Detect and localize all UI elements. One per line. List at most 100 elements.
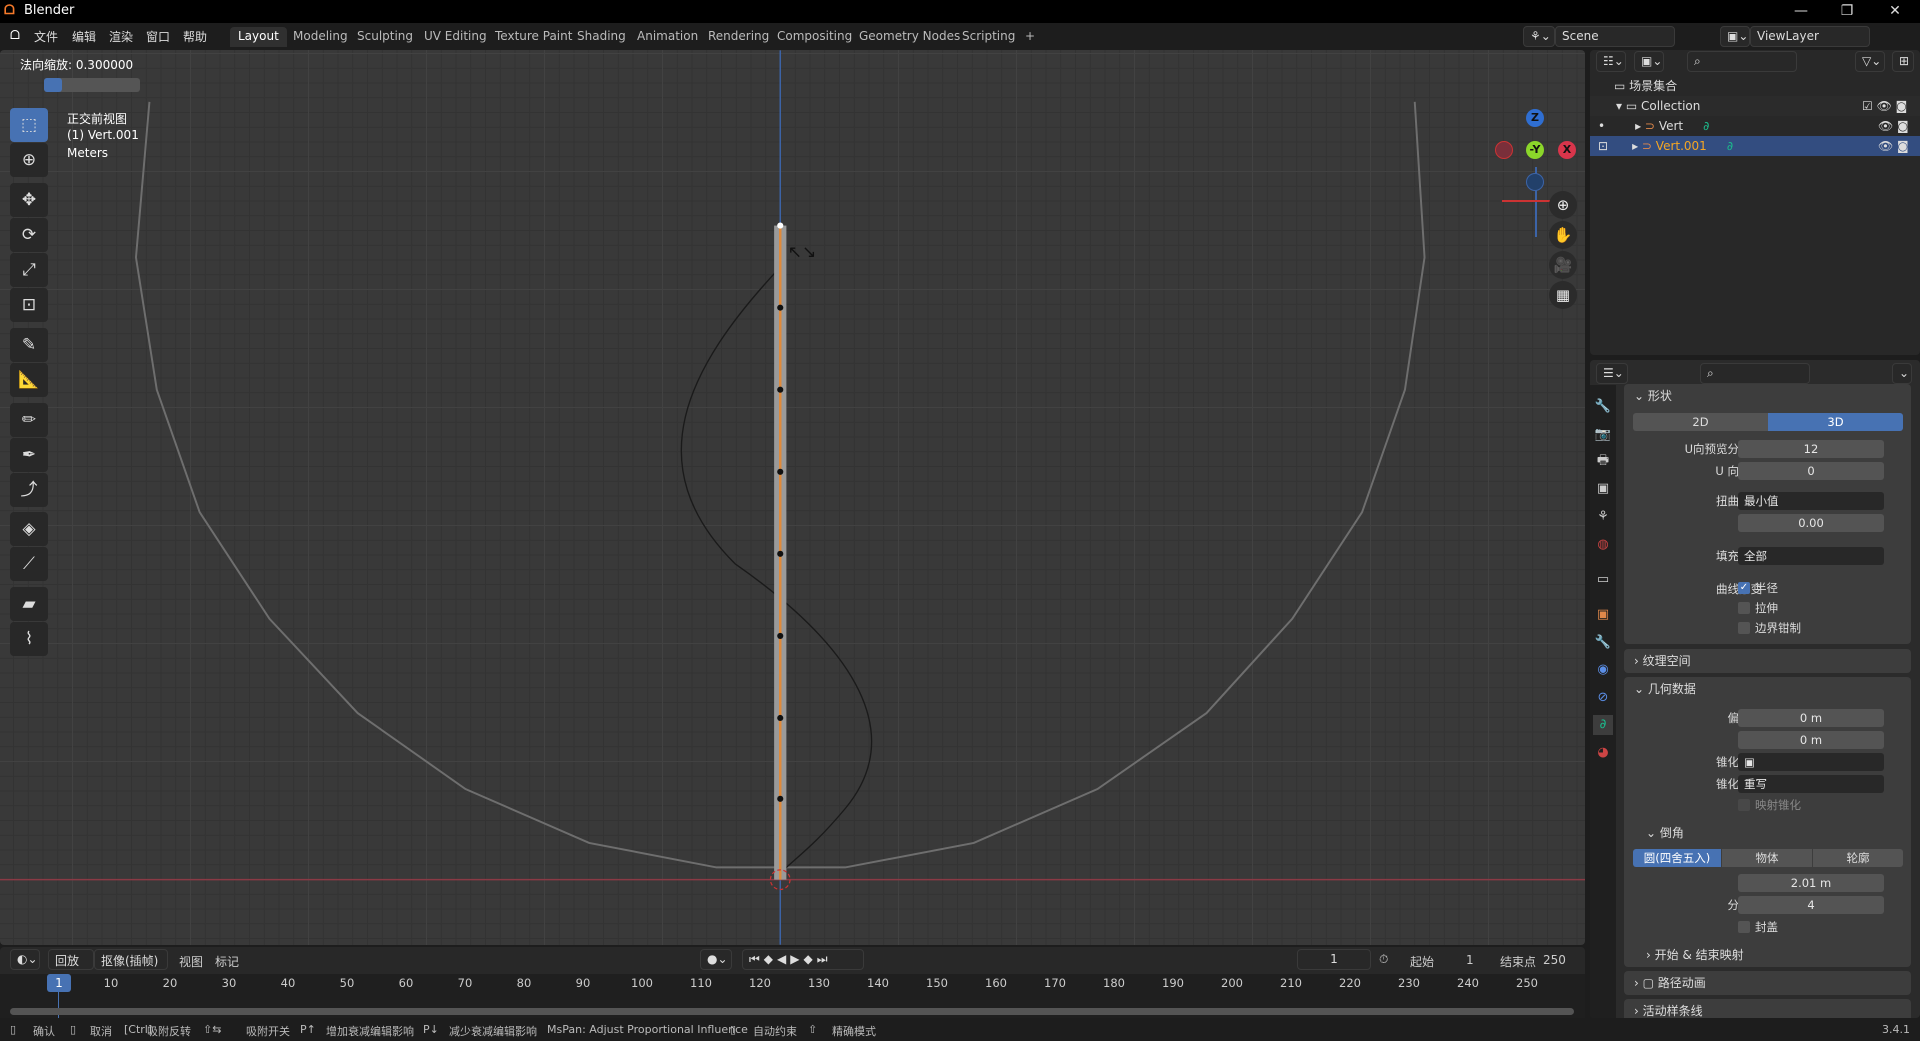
gizmo-neg-z-axis[interactable] — [1526, 173, 1544, 191]
stretch-checkbox[interactable] — [1738, 602, 1750, 614]
radius-tool[interactable]: ◈ — [10, 512, 48, 546]
u-preview-field[interactable]: 12 — [1738, 440, 1884, 458]
playback-controls[interactable]: ⏮◆◀▶◆⏭ — [742, 949, 864, 970]
tilt-tool[interactable]: ⟋ — [10, 547, 48, 581]
blender-menu-icon[interactable]: ᗝ — [10, 28, 20, 43]
scale-tool[interactable]: ⤢ — [10, 253, 48, 287]
menu-render[interactable]: 渲染 — [109, 28, 133, 45]
depth-field[interactable]: 2.01 m — [1738, 874, 1884, 892]
filter-icon[interactable]: ▽⌄ — [1855, 51, 1885, 72]
rotate-tool[interactable]: ⟳ — [10, 218, 48, 252]
editor-type-icon[interactable]: ☰⌄ — [1596, 363, 1628, 384]
gizmo-neg-x-axis[interactable] — [1495, 141, 1513, 159]
taper-object-field[interactable]: ▣ — [1738, 753, 1884, 771]
fill-caps-checkbox[interactable] — [1738, 921, 1750, 933]
playback-menu[interactable]: 回放 — [48, 949, 94, 970]
select-box-tool[interactable]: ⬚ — [10, 108, 48, 142]
curve-data-tab-icon[interactable]: ∂ — [1593, 715, 1613, 735]
scene-tab-icon[interactable]: ⚘ — [1593, 507, 1613, 527]
u-render-field[interactable]: 0 — [1738, 462, 1884, 480]
start-frame-field[interactable]: 1 — [1466, 953, 1474, 967]
taper-radius-dropdown[interactable]: 重写 — [1738, 775, 1884, 793]
start-end-mapping-header[interactable]: › 开始 & 结束映射 — [1624, 943, 1911, 967]
stopwatch-icon[interactable]: ⏱ — [1379, 952, 1388, 967]
close-button[interactable]: ✕ — [1872, 0, 1918, 23]
camera-icon[interactable]: 🎥 — [1549, 251, 1577, 279]
scene-collection-row[interactable]: ▭ 场景集合 — [1590, 76, 1920, 96]
marker-menu[interactable]: 标记 — [215, 953, 239, 970]
mode-2d-button[interactable]: 2D — [1633, 413, 1768, 431]
pen-tool[interactable]: ✒ — [10, 438, 48, 472]
3d-viewport[interactable]: ↖↘ 法向缩放: 0.300000 正交前视图 (1) Vert.001 Met… — [0, 50, 1585, 945]
bounds-clamp-checkbox[interactable] — [1738, 622, 1750, 634]
bevel-subpanel-header[interactable]: ⌄ 倒角 — [1624, 821, 1911, 845]
move-tool[interactable]: ✥ — [10, 183, 48, 217]
tab-texture-paint[interactable]: Texture Paint — [487, 27, 580, 47]
annotate-tool[interactable]: ✎ — [10, 328, 48, 362]
constraint-tab-icon[interactable]: ⊘ — [1593, 688, 1613, 708]
add-workspace-button[interactable]: + — [1017, 27, 1043, 47]
options-dropdown[interactable]: ⌄ — [1892, 363, 1912, 384]
pan-hand-icon[interactable]: ✋ — [1549, 221, 1577, 249]
bevel-profile-button[interactable]: 轮廓 — [1813, 849, 1903, 867]
tab-shading[interactable]: Shading — [569, 27, 634, 47]
display-mode-icon[interactable]: ☷⌄ — [1596, 51, 1626, 72]
auto-keying-button[interactable]: ●⌄ — [700, 949, 732, 970]
gizmo-y-axis[interactable]: -Y — [1526, 141, 1544, 159]
output-tab-icon[interactable]: 🖶 — [1593, 451, 1613, 471]
scene-name-field[interactable]: Scene — [1555, 26, 1675, 47]
select-mode-new-button[interactable] — [44, 78, 62, 92]
extrude-curve-tool[interactable]: ⤴ — [10, 473, 48, 507]
end-frame-field[interactable]: 250 — [1543, 953, 1566, 967]
outliner-item-vert-001[interactable]: ⊡ ▸ ⊃ Vert.001 ∂ 👁 ◙ — [1590, 136, 1920, 156]
menu-help[interactable]: 帮助 — [183, 28, 207, 45]
geometry-panel-header[interactable]: ⌄ 几何数据 — [1624, 677, 1911, 701]
radius-checkbox[interactable]: ✓ — [1738, 582, 1750, 594]
twist-dropdown[interactable]: 最小值 — [1738, 492, 1884, 510]
bevel-object-button[interactable]: 物体 — [1722, 849, 1812, 867]
new-collection-icon[interactable]: ⊞ — [1892, 51, 1914, 72]
transform-tool[interactable]: ⊡ — [10, 288, 48, 322]
tab-geometry-nodes[interactable]: Geometry Nodes — [851, 27, 968, 47]
tool-tab-icon[interactable]: 🔧 — [1593, 397, 1613, 417]
select-mode-buttons[interactable] — [44, 78, 140, 92]
cursor-tool[interactable]: ⊕ — [10, 143, 48, 177]
view-layer-icon[interactable]: ▣⌄ — [1720, 26, 1750, 47]
editor-type-icon[interactable]: ◐⌄ — [10, 949, 40, 970]
tab-sculpting[interactable]: Sculpting — [349, 27, 421, 47]
grid-icon[interactable]: ▦ — [1549, 281, 1577, 309]
visibility-icons[interactable]: 👁 ◙ — [1878, 116, 1909, 136]
menu-file[interactable]: 文件 — [34, 28, 58, 45]
path-animation-panel[interactable]: › ▢ 路径动画 — [1624, 971, 1911, 995]
minimize-button[interactable]: — — [1778, 0, 1824, 23]
gizmo-z-axis[interactable]: Z — [1526, 109, 1544, 127]
extrude-field[interactable]: 0 m — [1738, 731, 1884, 749]
world-tab-icon[interactable]: ◍ — [1593, 535, 1613, 555]
tab-layout[interactable]: Layout — [230, 27, 287, 47]
fill-mode-dropdown[interactable]: 全部 — [1738, 547, 1884, 565]
view-layer-tab-icon[interactable]: ▣ — [1593, 479, 1613, 499]
shape-panel-header[interactable]: ⌄ 形状 — [1624, 384, 1911, 408]
map-taper-checkbox[interactable] — [1738, 799, 1750, 811]
scene-selector-icon[interactable]: ⚘⌄ — [1523, 26, 1555, 47]
material-tab-icon[interactable]: ◕ — [1593, 743, 1613, 763]
visibility-icons[interactable]: ☑ 👁 ◙ — [1862, 96, 1907, 116]
keying-menu[interactable]: 抠像(插帧) — [94, 949, 168, 970]
modifier-tab-icon[interactable]: 🔧 — [1593, 633, 1613, 653]
collection-row[interactable]: ▾ ▭ Collection ☑ 👁 ◙ — [1590, 96, 1920, 116]
restore-button[interactable]: ❐ — [1824, 0, 1870, 23]
outliner-item-vert[interactable]: • ▸ ⊃ Vert ∂ 👁 ◙ — [1590, 116, 1920, 136]
view-layer-field[interactable]: ViewLayer — [1750, 26, 1870, 47]
filter-view-icon[interactable]: ▣⌄ — [1634, 51, 1664, 72]
tab-modeling[interactable]: Modeling — [285, 27, 356, 47]
zoom-icon[interactable]: ⊕ — [1549, 191, 1577, 219]
polyline-tool[interactable]: ⌇ — [10, 622, 48, 656]
tab-compositing[interactable]: Compositing — [769, 27, 860, 47]
outliner-search-input[interactable]: ⌕ — [1687, 51, 1797, 72]
tab-animation[interactable]: Animation — [629, 27, 706, 47]
bevel-round-button[interactable]: 圆(四舍五入) — [1633, 849, 1721, 867]
collection-tab-icon[interactable]: ▭ — [1593, 570, 1613, 590]
timeline-scrollbar[interactable] — [10, 1008, 1574, 1015]
texture-space-panel[interactable]: › 纹理空间 — [1624, 649, 1911, 673]
visibility-icons[interactable]: 👁 ◙ — [1878, 136, 1909, 156]
